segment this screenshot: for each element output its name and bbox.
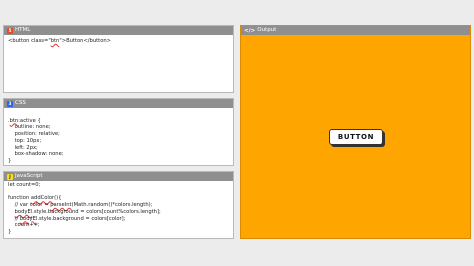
code-token: top: 10px; [8, 137, 42, 144]
code-token: box-shadow: none; [8, 151, 64, 158]
code-brackets-icon: </> [244, 27, 256, 34]
html-panel-title: HTML [15, 27, 31, 33]
code-line: bodyEl.style.background = colors[count%c… [8, 209, 233, 216]
js-code-editor[interactable]: let count=0; function addColor(){ // var… [4, 181, 233, 236]
code-token: } [8, 228, 12, 235]
code-line: } [8, 158, 233, 165]
js-icon: J [7, 173, 13, 180]
html-code-editor[interactable]: <button class="btn">Button</button> [4, 35, 233, 45]
code-token: } [8, 157, 12, 164]
code-line: // var color = parseInt(Math.random()*co… [8, 202, 233, 209]
code-token: function [8, 195, 31, 202]
flagged-token: bodyEl [19, 215, 38, 222]
code-line: <button class="btn">Button</button> [8, 38, 233, 45]
preview-button[interactable]: BUTTON [329, 129, 383, 145]
flagged-token: addColor [30, 195, 55, 202]
flagged-token: bodyEl [14, 208, 33, 215]
code-line: position: relative; [8, 131, 233, 138]
css-editor-panel: 3 CSS .btn:active { outline: none; posit… [3, 98, 234, 166]
css-panel-title: CSS [15, 100, 26, 106]
code-line: box-shadow: none; [8, 151, 233, 158]
code-line: count++; [8, 222, 233, 229]
css-panel-header: 3 CSS [4, 99, 233, 108]
code-token: .style.background = colors[color]; [37, 215, 126, 222]
flagged-token: btn [9, 117, 19, 124]
code-token: // var color = [8, 202, 51, 209]
output-preview: BUTTON [241, 35, 470, 238]
html-editor-panel: 5 HTML <button class="btn">Button</butto… [3, 25, 234, 93]
code-token: .style.background = colors[count%colors.… [32, 208, 161, 215]
code-token: :active { [18, 117, 41, 124]
code-line: function addColor(){ [8, 195, 233, 202]
css-code-editor[interactable]: .btn:active { outline: none; position: r… [4, 108, 233, 165]
js-editor-panel: J JavaScript let count=0; function addCo… [3, 171, 234, 239]
code-token: left: 2px; [8, 144, 38, 151]
code-token: <button class=" [8, 38, 51, 44]
code-token: count++; [8, 222, 40, 229]
flagged-token: parseInt [50, 202, 72, 209]
code-token: ">Button</button> [59, 38, 112, 44]
output-panel-header: </> Output [241, 26, 470, 35]
code-line: .btn:active { [8, 118, 233, 125]
output-panel: </> Output BUTTON [240, 25, 471, 239]
code-line: top: 10px; [8, 138, 233, 145]
code-line: outline: none; [8, 124, 233, 131]
js-panel-header: J JavaScript [4, 172, 233, 181]
code-token: let count=0; [8, 182, 41, 188]
code-line: left: 2px; [8, 145, 233, 152]
code-token: position: relative; [8, 131, 60, 138]
css3-icon: 3 [7, 100, 13, 107]
code-line: } [8, 229, 233, 236]
html-panel-header: 5 HTML [4, 26, 233, 35]
output-panel-title: Output [257, 27, 277, 33]
code-token: // [8, 215, 20, 222]
code-token: (Math.random()*colors.length); [71, 202, 153, 209]
code-line: // bodyEl.style.background = colors[colo… [8, 216, 233, 223]
code-token: outline: none; [8, 124, 51, 131]
code-token: (){ [54, 195, 62, 202]
html5-icon: 5 [7, 27, 13, 34]
js-panel-title: JavaScript [15, 173, 43, 179]
code-line: let count=0; [8, 182, 233, 189]
